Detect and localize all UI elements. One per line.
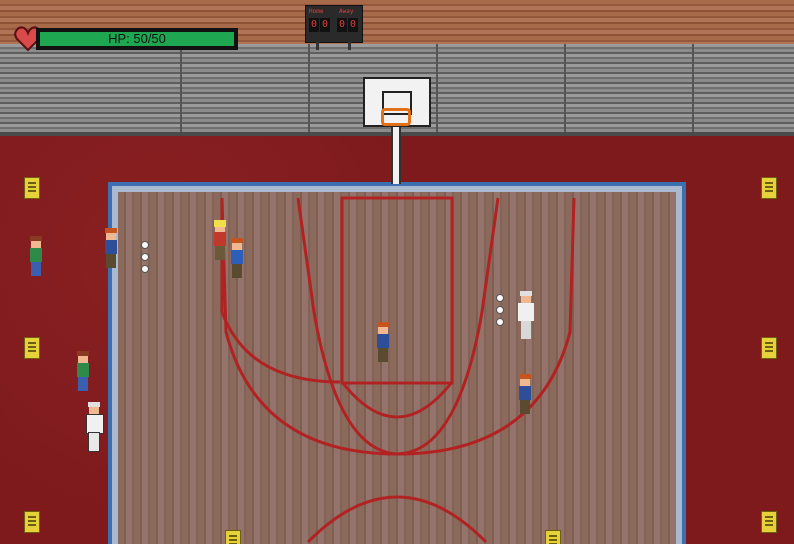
npc-shirt <box>519 386 531 400</box>
scoreboard-away-digit: 0 <box>337 18 347 32</box>
npc-pants <box>378 348 388 362</box>
npc-pants <box>78 377 88 391</box>
player-character <box>212 220 228 260</box>
npc-hair <box>105 228 117 233</box>
npc-hair <box>77 351 89 356</box>
bleacher-divider <box>436 44 438 134</box>
center-circle <box>306 495 488 544</box>
npc-pants <box>106 254 116 268</box>
npc-hair <box>30 236 42 241</box>
wet-floor-sign-icon <box>545 530 561 544</box>
wet-floor-sign-icon <box>24 511 40 533</box>
bleacher-divider <box>180 44 182 134</box>
npc-shirt <box>518 303 534 321</box>
bleacher-divider <box>308 44 310 134</box>
wet-floor-sign-icon <box>761 511 777 533</box>
bleacher-divider <box>692 44 694 134</box>
npc-student <box>229 238 245 278</box>
hp-label: HP: 50/50 <box>108 31 166 46</box>
scoreboard: Home Away 0 0 0 0 <box>305 5 363 50</box>
dodgeball-icon <box>496 294 504 302</box>
wet-floor-sign-icon <box>761 337 777 359</box>
bleacher-divider <box>564 44 566 134</box>
npc-student <box>517 374 533 414</box>
free-throw-lane <box>340 196 454 385</box>
npc-shirt <box>30 248 42 262</box>
game-scene: HP: 50/50 Home Away 0 0 0 0 <box>0 0 794 544</box>
dodgeball-icon <box>141 265 149 273</box>
npc-shirt <box>377 334 389 348</box>
npc-student <box>28 236 44 276</box>
dodgeball-icon <box>496 318 504 326</box>
scoreboard-home-label: Home <box>309 8 324 15</box>
npc-pants <box>520 400 530 414</box>
hoop-rim <box>381 108 411 126</box>
npc-shirt <box>86 414 104 434</box>
scoreboard-home-digit: 0 <box>309 18 319 32</box>
scoreboard-away-label: Away <box>339 8 354 15</box>
wet-floor-sign-icon <box>225 530 241 544</box>
scoreboard-away-digit: 0 <box>348 18 358 32</box>
npc-student <box>375 322 391 362</box>
npc-pants <box>232 264 242 278</box>
npc-hair <box>88 402 100 407</box>
npc-pants <box>88 432 100 452</box>
npc-hair <box>231 238 243 243</box>
player-shirt <box>214 232 226 246</box>
npc-shirt <box>231 250 243 264</box>
court-lines <box>220 196 576 544</box>
npc-pants <box>31 262 41 276</box>
hoop-pole <box>391 124 401 184</box>
npc-coach <box>84 402 104 452</box>
npc-student <box>103 228 119 268</box>
scoreboard-leg <box>316 42 319 50</box>
npc-shirt <box>77 363 89 377</box>
scoreboard-home-digit: 0 <box>320 18 330 32</box>
free-throw-circle <box>340 381 454 419</box>
player-hair <box>214 220 226 227</box>
wet-floor-sign-icon <box>24 177 40 199</box>
player-pants <box>215 246 225 260</box>
npc-student <box>75 351 91 391</box>
npc-hair <box>519 374 531 379</box>
wet-floor-sign-icon <box>24 337 40 359</box>
hp-bar: HP: 50/50 <box>36 28 238 50</box>
dodgeball-icon <box>496 306 504 314</box>
dodgeball-icon <box>141 241 149 249</box>
scoreboard-leg <box>348 42 351 50</box>
npc-hair <box>520 291 532 296</box>
dodgeball-icon <box>141 253 149 261</box>
npc-coach <box>516 291 538 339</box>
npc-hair <box>377 322 389 327</box>
wet-floor-sign-icon <box>761 177 777 199</box>
npc-pants <box>521 321 531 339</box>
npc-shirt <box>105 240 117 254</box>
